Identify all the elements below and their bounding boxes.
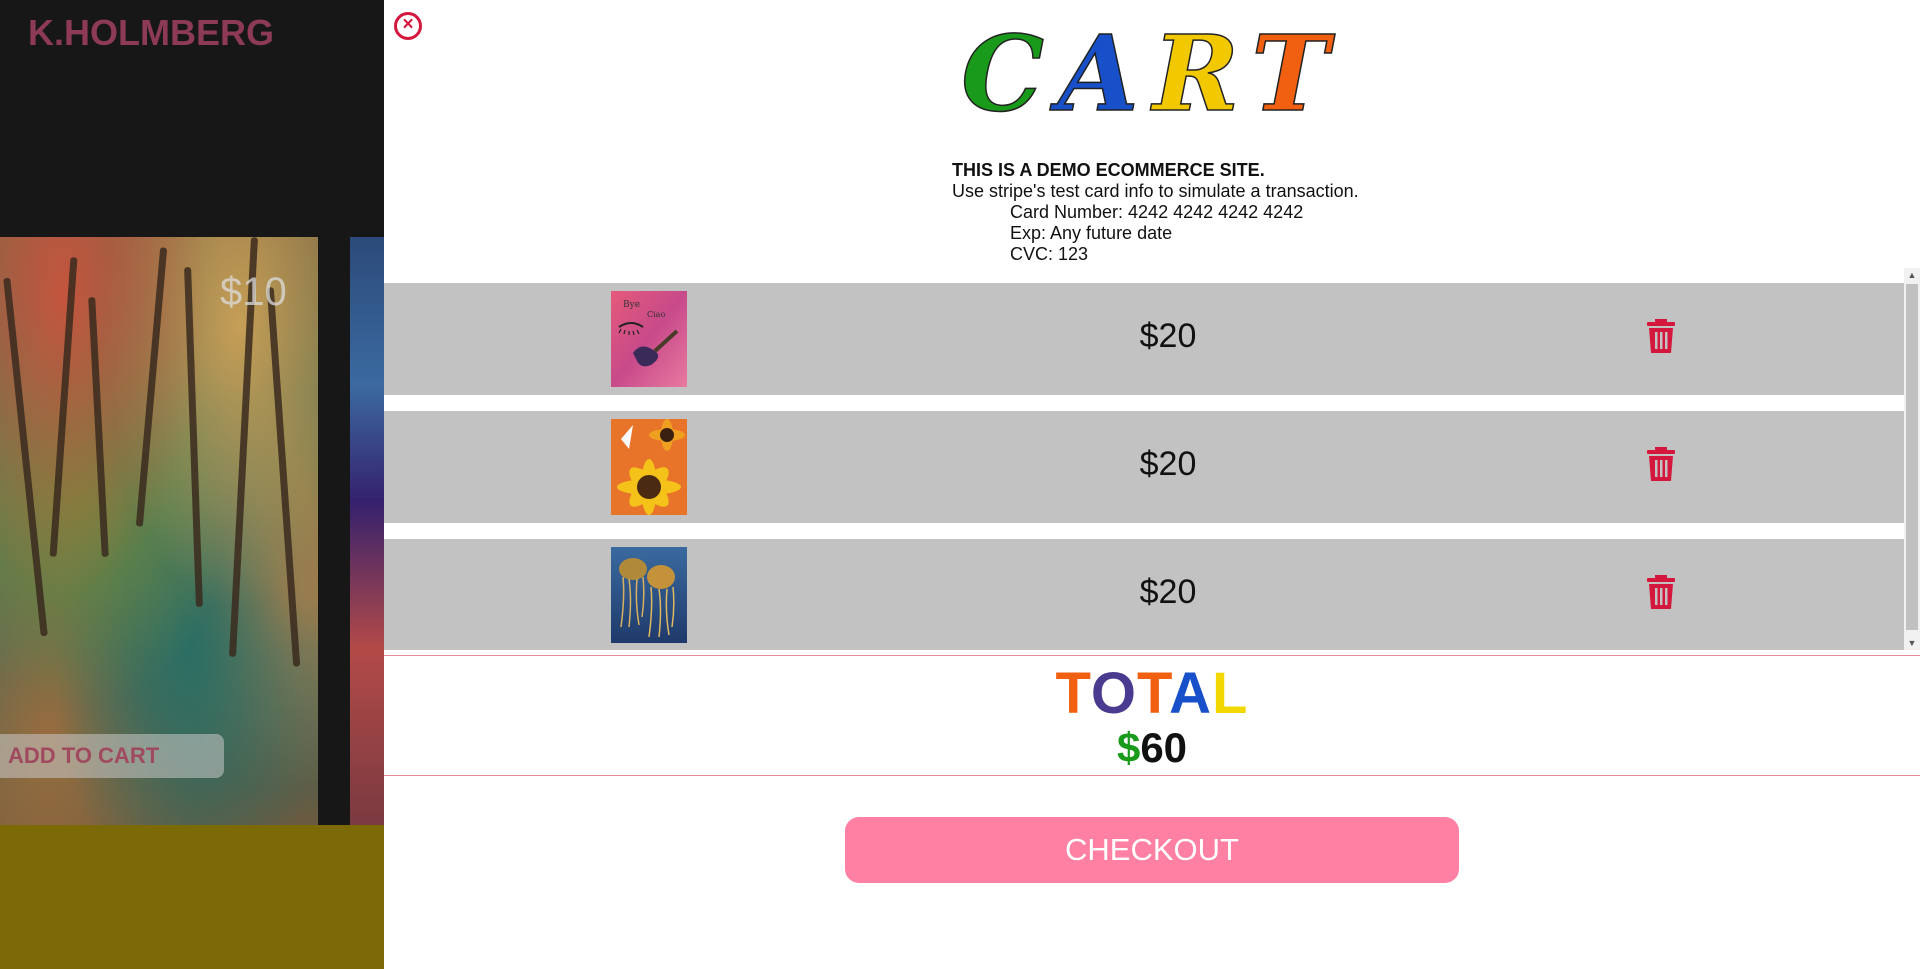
demo-notice-heading: THIS IS A DEMO ECOMMERCE SITE. xyxy=(952,160,1265,180)
total-letter: O xyxy=(1090,661,1138,726)
total-amount: $60 xyxy=(384,724,1920,772)
demo-notice: THIS IS A DEMO ECOMMERCE SITE. Use strip… xyxy=(952,160,1359,265)
cart-scrollbar[interactable]: ▲ ▼ xyxy=(1904,268,1920,650)
cart-item: Bye Ciao $20 xyxy=(384,283,1904,395)
item-price: $20 xyxy=(1139,573,1197,611)
product-card-partial[interactable] xyxy=(350,237,384,825)
footer-band xyxy=(0,825,384,969)
item-price: $20 xyxy=(1139,317,1197,355)
scroll-down-arrow-icon[interactable]: ▼ xyxy=(1904,636,1920,650)
card-cvc-text: CVC: 123 xyxy=(1010,244,1089,264)
checkout-button[interactable]: CHECKOUT xyxy=(845,817,1459,883)
cart-title-letter: T xyxy=(1251,11,1343,136)
demo-notice-text: Use stripe's test card info to simulate … xyxy=(952,181,1359,201)
total-letter: T xyxy=(1055,661,1091,726)
cart-item: $20 xyxy=(384,539,1904,650)
cart-item-list: Bye Ciao $20 $20 $20 xyxy=(384,268,1904,650)
storefront-background: K.HOLMBERG $10 ADD TO CART xyxy=(0,0,384,969)
card-exp-text: Exp: Any future date xyxy=(1010,223,1173,243)
divider xyxy=(384,775,1920,776)
trash-icon[interactable] xyxy=(1646,575,1676,609)
cart-title-letter: R xyxy=(1152,11,1252,136)
item-price: $20 xyxy=(1139,445,1197,483)
total-value: 60 xyxy=(1140,724,1188,771)
total-letter: T xyxy=(1137,661,1170,726)
scrollbar-thumb[interactable] xyxy=(1906,284,1918,630)
brand-logo[interactable]: K.HOLMBERG xyxy=(28,12,274,54)
cart-title-letter: A xyxy=(1057,11,1153,136)
product-price: $10 xyxy=(220,270,287,314)
total-letter: L xyxy=(1212,661,1249,726)
divider xyxy=(384,655,1920,656)
cart-title: CART xyxy=(384,11,1920,136)
scroll-up-arrow-icon[interactable]: ▲ xyxy=(1904,268,1920,282)
add-to-cart-button[interactable]: ADD TO CART xyxy=(0,734,224,778)
total-letter: A xyxy=(1169,661,1213,726)
svg-text:Bye: Bye xyxy=(623,300,640,310)
cart-item: $20 xyxy=(384,411,1904,523)
currency-symbol: $ xyxy=(1116,724,1141,771)
cart-title-letter: C xyxy=(961,11,1059,136)
trash-icon[interactable] xyxy=(1646,447,1676,481)
card-number-text: Card Number: 4242 4242 4242 4242 xyxy=(1010,202,1304,222)
trash-icon[interactable] xyxy=(1646,319,1676,353)
total-label: TOTAL xyxy=(384,660,1920,727)
cart-panel: × CART THIS IS A DEMO ECOMMERCE SITE. Us… xyxy=(384,0,1920,969)
